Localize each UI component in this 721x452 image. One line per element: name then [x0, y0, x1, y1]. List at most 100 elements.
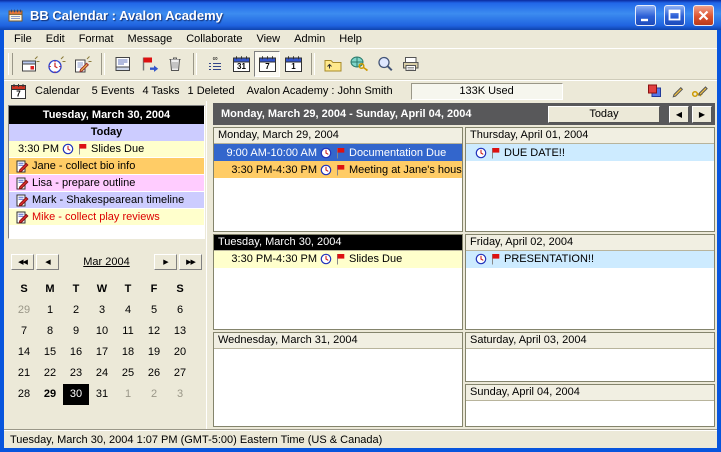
mini-calendar-day[interactable]: 29 [11, 300, 37, 321]
mini-calendar-day[interactable]: 1 [37, 300, 63, 321]
day-body[interactable]: 3:30 PM-4:30 PMSlides Due [214, 251, 462, 330]
mini-calendar-day[interactable]: 6 [167, 300, 193, 321]
month-view-button[interactable]: 31 [228, 51, 254, 77]
day-header[interactable]: Saturday, April 03, 2004 [466, 333, 714, 349]
menu-help[interactable]: Help [332, 31, 369, 47]
mini-calendar-day[interactable]: 22 [37, 363, 63, 384]
day-body[interactable]: PRESENTATION!! [466, 251, 714, 330]
event-row[interactable]: DUE DATE!! [466, 144, 714, 161]
mini-calendar-day[interactable]: 11 [115, 321, 141, 342]
prev-week-button[interactable]: ◀ [669, 106, 689, 123]
menu-message[interactable]: Message [121, 31, 180, 47]
next-year-button[interactable]: ▶▶ [179, 254, 202, 270]
today-event-item[interactable]: 3:30 PMSlides Due [9, 141, 204, 158]
today-task-item[interactable]: Mike - collect play reviews [9, 209, 204, 226]
mini-calendar-day[interactable]: 14 [11, 342, 37, 363]
day-header-today[interactable]: Tuesday, March 30, 2004 [214, 235, 462, 251]
mini-calendar-day[interactable]: 16 [63, 342, 89, 363]
day-body[interactable] [466, 349, 714, 380]
pencil-button[interactable] [668, 82, 686, 100]
mini-calendar-day[interactable]: 26 [141, 363, 167, 384]
next-month-button[interactable]: ▶ [154, 254, 177, 270]
minimize-button[interactable] [635, 5, 656, 26]
menu-collaborate[interactable]: Collaborate [179, 31, 249, 47]
key-pencil-button[interactable] [691, 82, 709, 100]
mini-calendar-day[interactable]: 7 [11, 321, 37, 342]
search-button[interactable] [372, 51, 398, 77]
menu-edit[interactable]: Edit [39, 31, 72, 47]
menu-admin[interactable]: Admin [287, 31, 332, 47]
day-header[interactable]: Thursday, April 01, 2004 [466, 128, 714, 144]
mini-calendar-day[interactable]: 1 [115, 384, 141, 405]
parent-folder-button[interactable] [320, 51, 346, 77]
day-body[interactable]: 9:00 AM-10:00 AMDocumentation Due3:30 PM… [214, 144, 462, 231]
toolbar-gripper[interactable] [8, 53, 13, 75]
event-row[interactable]: PRESENTATION!! [466, 251, 714, 268]
event-title: Documentation Due [349, 147, 446, 159]
today-task-item[interactable]: Mark - Shakespearean timeline [9, 192, 204, 209]
mini-calendar-day[interactable]: 23 [63, 363, 89, 384]
mini-calendar-day[interactable]: 12 [141, 321, 167, 342]
mini-calendar-day[interactable]: 19 [141, 342, 167, 363]
day-body[interactable]: DUE DATE!! [466, 144, 714, 231]
mini-calendar-day[interactable]: 2 [63, 300, 89, 321]
mini-calendar-day[interactable]: 30 [63, 384, 89, 405]
mini-calendar-day[interactable]: 4 [115, 300, 141, 321]
mini-calendar-day[interactable]: 28 [11, 384, 37, 405]
menu-format[interactable]: Format [72, 31, 121, 47]
maximize-button[interactable] [664, 5, 685, 26]
mini-calendar-day[interactable]: 25 [115, 363, 141, 384]
day-header[interactable]: Wednesday, March 31, 2004 [214, 333, 462, 349]
close-button[interactable] [693, 5, 714, 26]
list-view-button[interactable]: ∞ [202, 51, 228, 77]
mini-calendar-day[interactable]: 21 [11, 363, 37, 384]
mini-calendar-day[interactable]: 24 [89, 363, 115, 384]
week-view-button[interactable]: 7 [254, 51, 280, 77]
mini-calendar-day[interactable]: 9 [63, 321, 89, 342]
mini-calendar-day[interactable]: 17 [89, 342, 115, 363]
mini-calendar-day[interactable]: 18 [115, 342, 141, 363]
prev-month-button[interactable]: ◀ [36, 254, 59, 270]
event-row[interactable]: 3:30 PM-4:30 PMSlides Due [214, 251, 462, 268]
day-header[interactable]: Monday, March 29, 2004 [214, 128, 462, 144]
stacked-squares-button[interactable] [645, 82, 663, 100]
today-task-item[interactable]: Lisa - prepare outline [9, 175, 204, 192]
today-task-item[interactable]: Jane - collect bio info [9, 158, 204, 175]
mini-calendar-day[interactable]: 15 [37, 342, 63, 363]
day-header[interactable]: Friday, April 02, 2004 [466, 235, 714, 251]
day-body[interactable] [466, 401, 714, 426]
new-alarm-button[interactable] [44, 51, 70, 77]
print-button[interactable] [398, 51, 424, 77]
clock-icon [320, 147, 332, 159]
mini-calendar-day[interactable]: 10 [89, 321, 115, 342]
menu-view[interactable]: View [249, 31, 287, 47]
day-header[interactable]: Sunday, April 04, 2004 [466, 385, 714, 401]
new-task-button[interactable] [70, 51, 96, 77]
event-row[interactable]: 9:00 AM-10:00 AMDocumentation Due [214, 144, 462, 161]
mini-calendar-day[interactable]: 3 [167, 384, 193, 405]
delete-button[interactable] [162, 51, 188, 77]
mini-calendar-day[interactable]: 20 [167, 342, 193, 363]
prev-year-button[interactable]: ◀◀ [11, 254, 34, 270]
mini-calendar-week-row: 21222324252627 [11, 363, 205, 384]
mini-calendar-day[interactable]: 13 [167, 321, 193, 342]
next-week-button[interactable]: ▶ [692, 106, 712, 123]
today-button[interactable]: Today [548, 106, 660, 123]
mini-calendar-day[interactable]: 8 [37, 321, 63, 342]
event-row[interactable]: 3:30 PM-4:30 PMMeeting at Jane's house [214, 161, 462, 178]
day-view-button[interactable]: 1 [280, 51, 306, 77]
day-column: Thursday, April 01, 2004DUE DATE!! Friday… [465, 127, 715, 429]
permissions-button[interactable] [346, 51, 372, 77]
mini-calendar-day[interactable]: 3 [89, 300, 115, 321]
menu-file[interactable]: File [7, 31, 39, 47]
flag-button[interactable] [136, 51, 162, 77]
mini-calendar-day[interactable]: 29 [37, 384, 63, 405]
day-body[interactable] [214, 349, 462, 426]
mini-calendar-day[interactable]: 5 [141, 300, 167, 321]
open-item-button[interactable] [110, 51, 136, 77]
mini-calendar-day[interactable]: 2 [141, 384, 167, 405]
new-event-button[interactable] [18, 51, 44, 77]
mini-calendar-day[interactable]: 27 [167, 363, 193, 384]
mini-calendar-day[interactable]: 31 [89, 384, 115, 405]
month-label[interactable]: Mar 2004 [61, 256, 152, 268]
